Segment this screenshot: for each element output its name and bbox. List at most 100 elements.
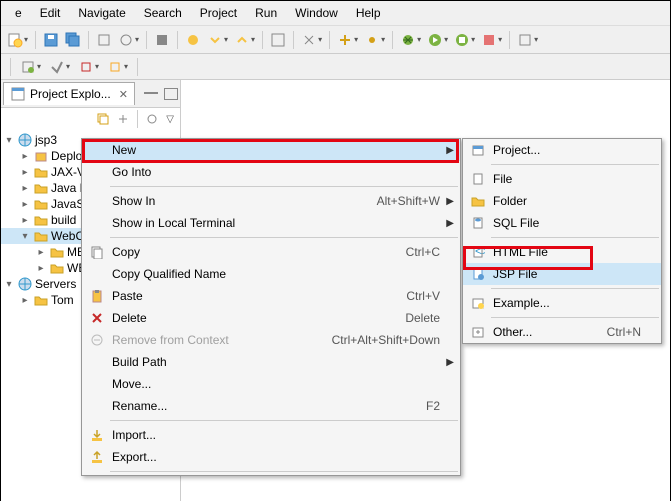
link-editor-icon[interactable] <box>114 110 132 128</box>
minimize-icon[interactable] <box>144 90 158 94</box>
new-sql-file[interactable]: SQL File <box>463 212 661 234</box>
folder-icon <box>49 245 65 259</box>
expand-icon[interactable]: ▾ <box>3 135 15 146</box>
ctx-export[interactable]: Export... <box>82 446 460 468</box>
menu-label: Move... <box>108 377 454 391</box>
tool-j[interactable]: ▾ <box>105 57 130 77</box>
menu-label: HTML File <box>489 245 655 259</box>
ctx-copy[interactable]: CopyCtrl+C <box>82 241 460 263</box>
expand-icon[interactable]: ▸ <box>19 199 31 210</box>
tool-g[interactable]: ▾ <box>18 57 43 77</box>
new-submenu: Project... FileFolderSQL File <> HTML File J… <box>462 138 662 344</box>
svg-text:<>: <> <box>475 245 485 258</box>
next-ann[interactable]: ▾ <box>205 30 230 50</box>
new-button[interactable]: ▾ <box>5 30 30 50</box>
menu-run[interactable]: Run <box>247 3 285 23</box>
submenu-arrow-icon: ▶ <box>446 218 454 229</box>
expand-icon[interactable]: ▾ <box>3 279 15 290</box>
project-explorer-icon <box>10 86 26 102</box>
menu-separator <box>491 164 659 165</box>
collapse-all-icon[interactable] <box>94 110 112 128</box>
ctx-show-in[interactable]: Show InAlt+Shift+W▶ <box>82 190 460 212</box>
tool-d[interactable]: ▾ <box>335 30 360 50</box>
sql-icon <box>467 216 489 230</box>
tool-i[interactable]: ▾ <box>76 57 101 77</box>
ctx-delete[interactable]: DeleteDelete <box>82 307 460 329</box>
build-button[interactable]: ▾ <box>116 30 141 50</box>
ext-tools[interactable]: ▾ <box>479 30 504 50</box>
expand-icon[interactable]: ▸ <box>19 215 31 226</box>
new-html-file[interactable]: <> HTML File <box>463 241 661 263</box>
tool-b[interactable] <box>268 30 288 50</box>
menu-shortcut: Delete <box>405 311 454 325</box>
maximize-icon[interactable] <box>164 88 178 100</box>
ctx-paste[interactable]: PasteCtrl+V <box>82 285 460 307</box>
project-icon <box>467 143 489 157</box>
menu-label: Export... <box>108 450 454 464</box>
toggle-button[interactable] <box>94 30 114 50</box>
expand-icon[interactable]: ▸ <box>19 151 31 162</box>
close-view-icon[interactable]: ✕ <box>119 88 128 101</box>
expand-icon[interactable]: ▸ <box>35 247 47 258</box>
project-explorer-title: Project Explo... <box>30 87 111 101</box>
debug-skip[interactable] <box>183 30 203 50</box>
expand-icon[interactable]: ▸ <box>35 263 47 274</box>
save-all-button[interactable] <box>63 30 83 50</box>
tool-a[interactable] <box>152 30 172 50</box>
example-icon <box>467 296 489 310</box>
save-button[interactable] <box>41 30 61 50</box>
expand-icon[interactable]: ▸ <box>19 167 31 178</box>
menu-label: Example... <box>489 296 655 310</box>
menu-label: Import... <box>108 428 454 442</box>
project-explorer-tab[interactable]: Project Explo... ✕ <box>3 82 135 105</box>
folder-icon <box>33 293 49 307</box>
prev-ann[interactable]: ▾ <box>232 30 257 50</box>
menu-edit[interactable]: Edit <box>32 3 69 23</box>
new-project[interactable]: Project... <box>463 139 661 161</box>
expand-icon[interactable]: ▸ <box>19 295 31 306</box>
remove-icon <box>86 333 108 347</box>
folder-icon <box>467 194 489 208</box>
tree-label: WebC <box>51 229 84 243</box>
new-example[interactable]: Example... <box>463 292 661 314</box>
ctx-remove-from-context: Remove from ContextCtrl+Alt+Shift+Down <box>82 329 460 351</box>
menu-help[interactable]: Help <box>348 3 389 23</box>
expand-icon[interactable]: ▸ <box>19 183 31 194</box>
main-toolbar: ▾ ▾ ▾ ▾ ▾ ▾ ▾ ▾ ▾ ▾ ▾ ▾ <box>1 26 670 54</box>
ctx-new[interactable]: New▶ <box>82 139 460 161</box>
globe-icon <box>17 277 33 291</box>
new-file[interactable]: File <box>463 168 661 190</box>
run-last[interactable]: ▾ <box>452 30 477 50</box>
run-button[interactable]: ▾ <box>425 30 450 50</box>
tree-label: Servers <box>35 277 76 291</box>
menu-navigate[interactable]: Navigate <box>70 3 133 23</box>
new-folder[interactable]: Folder <box>463 190 661 212</box>
focus-task-icon[interactable] <box>143 110 161 128</box>
view-menu-icon[interactable]: ▽ <box>163 110 176 128</box>
tool-c[interactable]: ▾ <box>299 30 324 50</box>
tree-label: build <box>51 213 76 227</box>
ctx-copy-qualified-name[interactable]: Copy Qualified Name <box>82 263 460 285</box>
menu-project[interactable]: Project <box>192 3 245 23</box>
menu-file[interactable]: e <box>7 3 30 23</box>
new-jsp-file[interactable]: JSP File <box>463 263 661 285</box>
tool-e[interactable]: ▾ <box>362 30 387 50</box>
folder-icon <box>49 261 65 275</box>
menu-label: JSP File <box>489 267 655 281</box>
menu-search[interactable]: Search <box>136 3 190 23</box>
ctx-build-path[interactable]: Build Path▶ <box>82 351 460 373</box>
menu-label: New <box>108 143 454 157</box>
debug-button[interactable]: ▾ <box>398 30 423 50</box>
ctx-go-into[interactable]: Go Into <box>82 161 460 183</box>
new-other[interactable]: Other...Ctrl+N <box>463 321 661 343</box>
ctx-move[interactable]: Move... <box>82 373 460 395</box>
paste-icon <box>86 289 108 303</box>
menu-label: Copy <box>108 245 406 259</box>
tool-h[interactable]: ▾ <box>47 57 72 77</box>
ctx-import[interactable]: Import... <box>82 424 460 446</box>
ctx-rename[interactable]: Rename...F2 <box>82 395 460 417</box>
tool-f[interactable]: ▾ <box>515 30 540 50</box>
expand-icon[interactable]: ▾ <box>19 231 31 242</box>
ctx-show-in-local-terminal[interactable]: Show in Local Terminal▶ <box>82 212 460 234</box>
menu-window[interactable]: Window <box>287 3 346 23</box>
